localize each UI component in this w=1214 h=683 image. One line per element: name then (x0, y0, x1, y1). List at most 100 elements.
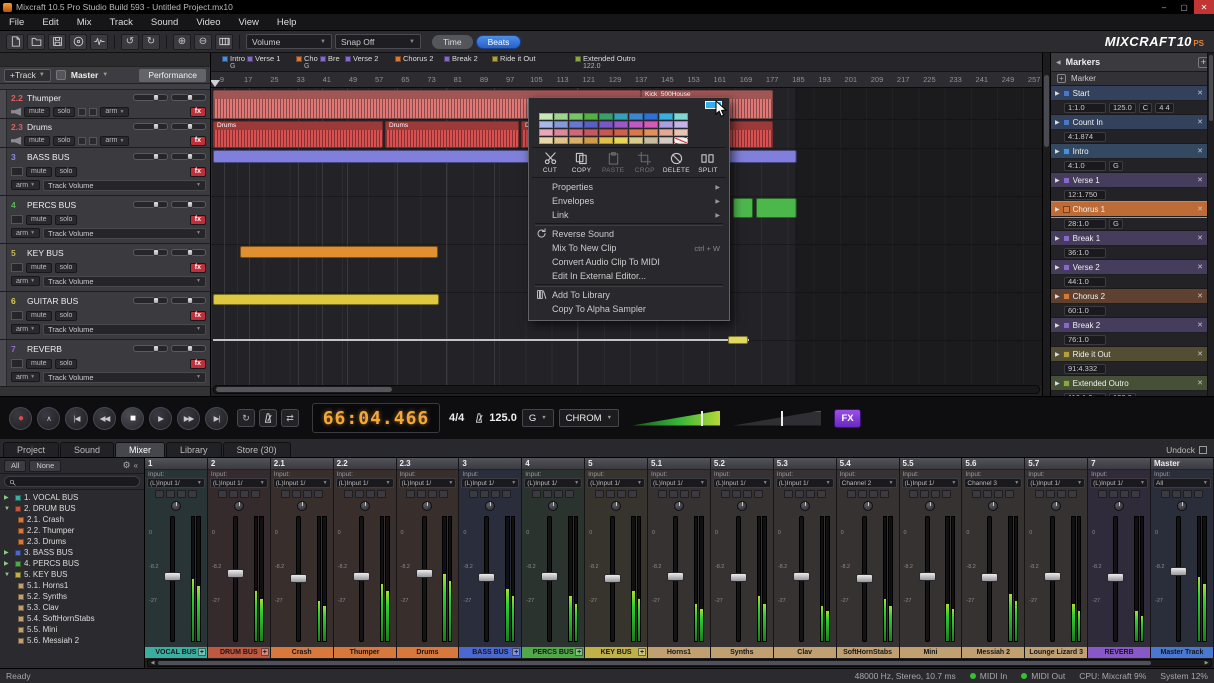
slider-thumb[interactable] (153, 123, 159, 130)
mixer-strip-reverb[interactable]: 7Input:(L)Input 1/▼0-8.2-27REVERB (1088, 458, 1151, 658)
timeline-marker-flag[interactable]: ChoG (296, 55, 318, 71)
mute-mini-button[interactable] (869, 490, 878, 498)
pan-knob[interactable] (1177, 501, 1187, 511)
remove-marker-icon[interactable]: ✕ (1195, 176, 1203, 184)
mute-mini-button[interactable] (428, 490, 437, 498)
color-swatch[interactable] (584, 129, 598, 136)
mute-mini-button[interactable] (1057, 490, 1066, 498)
playhead-marker[interactable] (211, 80, 220, 87)
fader-track[interactable] (862, 516, 867, 642)
tree-item-1-vocal-bus[interactable]: ▶1. VOCAL BUS (0, 492, 144, 503)
fx-mini-button[interactable] (229, 490, 238, 498)
marker-tempo-field[interactable]: 125.0 (1109, 103, 1136, 113)
redo-icon[interactable]: ↻ (142, 34, 160, 50)
metronome-button[interactable] (259, 409, 277, 427)
marker-position-field[interactable]: 36:1.0 (1064, 248, 1106, 258)
arm-mini-button[interactable] (281, 490, 290, 498)
go-to-end-button[interactable]: ▶| (205, 407, 228, 430)
marker-row-chorus-2[interactable]: ▶Chorus 2✕ (1051, 289, 1207, 304)
solo-button[interactable]: solo (55, 167, 78, 177)
pan-knob[interactable] (674, 501, 684, 511)
menu-mix[interactable]: Mix (68, 17, 101, 28)
solo-mini-button[interactable] (942, 490, 951, 498)
slider-handle[interactable] (701, 411, 703, 426)
mixer-strip-vocal-bus[interactable]: 1Input:(L)Input 1/▼0-8.2-27VOCAL BUS+ (145, 458, 208, 658)
envelope-icon[interactable] (78, 108, 86, 116)
track-pan-slider[interactable] (171, 345, 206, 352)
volume-dropdown[interactable]: Volume▼ (246, 34, 332, 49)
track-grip[interactable] (0, 119, 7, 147)
strip-input-dropdown[interactable]: (L)Input 1/▼ (524, 478, 582, 488)
fader-handle[interactable] (416, 569, 433, 578)
split-button[interactable]: SPLIT (693, 152, 723, 174)
menu-item-link[interactable]: Link▶ (532, 208, 726, 222)
strip-input-dropdown[interactable]: (L)Input 1/▼ (776, 478, 834, 488)
tab-store-30-[interactable]: Store (30) (223, 442, 291, 457)
track-pan-slider[interactable] (171, 297, 206, 304)
arm-mini-button[interactable] (344, 490, 353, 498)
strip-name[interactable]: Synths (711, 647, 773, 658)
marker-key-field[interactable]: G (1109, 161, 1123, 171)
strip-input-dropdown[interactable]: (L)Input 1/▼ (902, 478, 960, 488)
fader-handle[interactable] (1107, 573, 1124, 582)
strip-name[interactable]: Drums (397, 647, 459, 658)
color-swatch[interactable] (584, 137, 598, 144)
track-header-thumper[interactable]: 2.2Thumpermutesoloarm ▼fx (0, 90, 210, 119)
strip-input-dropdown[interactable]: (L)Input 1/▼ (147, 478, 205, 488)
color-swatch[interactable] (539, 113, 553, 120)
mute-mini-button[interactable] (491, 490, 500, 498)
color-swatch[interactable] (569, 129, 583, 136)
solo-mini-button[interactable] (1131, 490, 1140, 498)
tree-item-2-drum-bus[interactable]: ▼2. DRUM BUS (0, 503, 144, 514)
track-pan-slider[interactable] (171, 201, 206, 208)
track-volume-slider[interactable] (133, 297, 168, 304)
mixer-strip-messiah-2[interactable]: 5.6Input:Channel 3▼0-8.2-27Messiah 2 (962, 458, 1025, 658)
mixer-strip-synths[interactable]: 5.2Input:(L)Input 1/▼0-8.2-27Synths (711, 458, 774, 658)
undo-icon[interactable]: ↺ (121, 34, 139, 50)
slider-thumb[interactable] (153, 345, 159, 352)
fader-handle[interactable] (1170, 567, 1187, 576)
mixer-strip-key-bus[interactable]: 5Input:(L)Input 1/▼0-8.2-27KEY BUS+ (585, 458, 648, 658)
expand-bus-button[interactable]: + (198, 648, 206, 656)
color-swatch[interactable] (644, 137, 658, 144)
scrollbar-thumb[interactable] (1209, 55, 1213, 121)
fader-track[interactable] (170, 516, 175, 642)
color-swatch[interactable] (614, 113, 628, 120)
fader-track[interactable] (547, 516, 552, 642)
strip-name[interactable]: Horns1 (648, 647, 710, 658)
fader-track[interactable] (1050, 516, 1055, 642)
arm-mini-button[interactable] (218, 490, 227, 498)
color-swatch[interactable] (644, 113, 658, 120)
color-swatch[interactable] (584, 121, 598, 128)
arm-mini-button[interactable] (1098, 490, 1107, 498)
solo-mini-button[interactable] (817, 490, 826, 498)
gear-icon[interactable]: ⚙ (122, 460, 130, 471)
fx-mini-button[interactable] (983, 490, 992, 498)
solo-button[interactable]: solo (55, 263, 78, 273)
mute-button[interactable]: mute (24, 107, 50, 117)
timeline-marker-flag[interactable]: Verse 2 (345, 55, 378, 63)
color-swatch[interactable] (614, 129, 628, 136)
marker-key-field[interactable]: G (1109, 219, 1123, 229)
remove-marker-icon[interactable]: ✕ (1195, 118, 1203, 126)
menu-item-mix-to-new-clip[interactable]: Mix To New Clipctrl + W (532, 241, 726, 255)
strip-name[interactable]: Thumper (334, 647, 396, 658)
fx-mini-button[interactable] (480, 490, 489, 498)
track-volume-slider[interactable] (133, 249, 168, 256)
pan-knob[interactable] (422, 501, 432, 511)
fader-handle[interactable] (919, 572, 936, 581)
tab-library[interactable]: Library (166, 442, 222, 457)
pan-knob[interactable] (863, 501, 873, 511)
pan-knob[interactable] (1051, 501, 1061, 511)
tree-item-2-3-drums[interactable]: 2.3. Drums (0, 536, 144, 547)
zoom-in-icon[interactable]: ⊕ (173, 34, 191, 50)
time-signature[interactable]: 4/4 (449, 412, 464, 424)
menu-item-reverse-sound[interactable]: Reverse Sound (532, 227, 726, 241)
marker-row-verse-1[interactable]: ▶Verse 1✕ (1051, 173, 1207, 188)
select-none-button[interactable]: None (29, 460, 61, 472)
fx-mini-button[interactable] (292, 490, 301, 498)
record-button[interactable]: ● (9, 407, 32, 430)
tree-item-5-5-mini[interactable]: 5.5. Mini (0, 624, 144, 635)
color-swatch[interactable] (599, 129, 613, 136)
fx-button[interactable]: fx (190, 359, 206, 369)
